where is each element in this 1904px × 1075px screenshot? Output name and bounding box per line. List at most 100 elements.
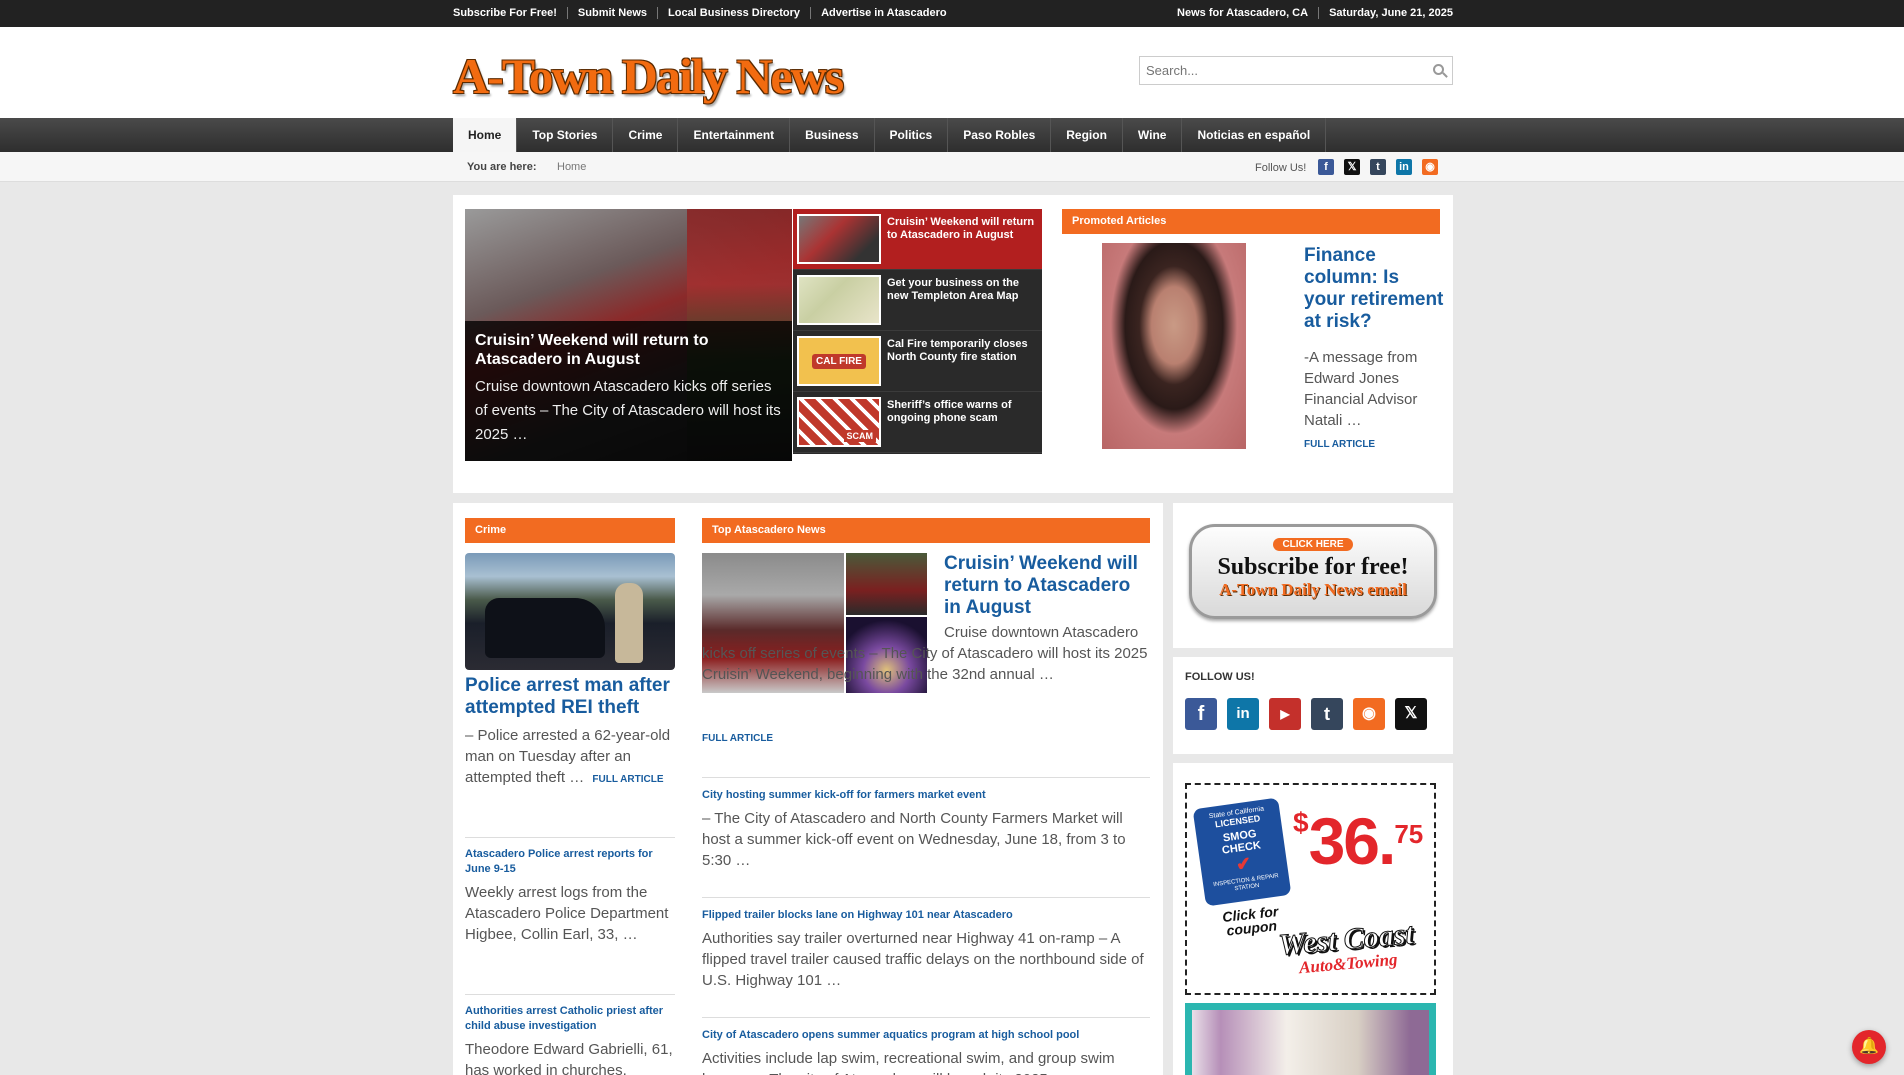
top-link-advertise[interactable]: Advertise in Atascadero: [810, 7, 957, 19]
nav-item-politics[interactable]: Politics: [875, 118, 949, 152]
police-car-shape: [485, 598, 605, 658]
notification-bell-icon[interactable]: 🔔: [1852, 1030, 1886, 1064]
top-news-item-title[interactable]: City hosting summer kick-off for farmers…: [702, 788, 1150, 803]
facebook-icon[interactable]: f: [1185, 698, 1217, 730]
person-shape: [615, 583, 643, 663]
smog-check-badge: State of California LICENSED SMOG CHECK …: [1192, 797, 1292, 907]
nav-item-wine[interactable]: Wine: [1123, 118, 1183, 152]
thumb-title: Get your business on the new Templeton A…: [887, 277, 1020, 302]
featured-thumb-item[interactable]: SCAM Sheriff’s office warns of ongoing p…: [793, 392, 1042, 453]
youtube-icon[interactable]: ▶: [1269, 698, 1301, 730]
rss-icon[interactable]: ◉: [1422, 159, 1438, 175]
follow-heading: FOLLOW US!: [1185, 671, 1255, 683]
top-news-item-title[interactable]: Flipped trailer blocks lane on Highway 1…: [702, 908, 1150, 923]
divider: [465, 994, 675, 995]
featured-title[interactable]: Cruisin’ Weekend will return to Atascade…: [475, 331, 782, 369]
crime-item-title[interactable]: Atascadero Police arrest reports for Jun…: [465, 847, 675, 877]
nav-item-crime[interactable]: Crime: [613, 118, 679, 152]
breadcrumb-bar: You are here: Home Follow Us! f 𝕏 t in ◉: [0, 152, 1904, 182]
price-main: 36.: [1308, 804, 1397, 878]
divider: [702, 777, 1150, 778]
top-links: Subscribe For Free! Submit News Local Bu…: [453, 7, 957, 19]
top-news-item-title[interactable]: City of Atascadero opens summer aquatics…: [702, 1028, 1150, 1043]
top-news-item-excerpt: Authorities say trailer overturned near …: [702, 930, 1144, 989]
collage-image: [846, 553, 927, 615]
thumb-title: Sheriff’s office warns of ongoing phone …: [887, 399, 1012, 424]
nav-item-top-stories[interactable]: Top Stories: [517, 118, 614, 152]
nav-item-region[interactable]: Region: [1051, 118, 1123, 152]
tumblr-icon[interactable]: t: [1370, 159, 1386, 175]
search-icon[interactable]: [1433, 64, 1444, 75]
smog-check-ad[interactable]: State of California LICENSED SMOG CHECK …: [1185, 783, 1436, 995]
top-news-full-article-link[interactable]: FULL ARTICLE: [702, 733, 773, 744]
promoted-heading: Promoted Articles: [1062, 209, 1440, 234]
top-news-item-excerpt: – The City of Atascadero and North Count…: [702, 810, 1126, 869]
site-logo[interactable]: A-Town Daily News: [453, 47, 844, 105]
promoted-article: Finance column: Is your retirement at ri…: [1304, 245, 1444, 450]
tumblr-icon[interactable]: t: [1311, 698, 1343, 730]
x-icon[interactable]: 𝕏: [1344, 159, 1360, 175]
top-news-lead-title-wrap: Cruisin’ Weekend will return to Atascade…: [944, 553, 1150, 619]
top-link-subscribe[interactable]: Subscribe For Free!: [453, 7, 567, 19]
breadcrumb-home[interactable]: Home: [557, 161, 586, 173]
thumb-image: [797, 214, 881, 264]
promoted-title[interactable]: Finance column: Is your retirement at ri…: [1304, 245, 1444, 333]
subscribe-widget: CLICK HERE Subscribe for free! A-Town Da…: [1173, 503, 1453, 648]
featured-caption: Cruisin’ Weekend will return to Atascade…: [465, 321, 792, 461]
header: A-Town Daily News: [0, 27, 1904, 118]
facebook-icon[interactable]: f: [1318, 159, 1334, 175]
cal-fire-logo: CAL FIRE: [797, 336, 881, 386]
featured-excerpt: Cruise downtown Atascadero kicks off ser…: [475, 378, 781, 443]
divider: [702, 897, 1150, 898]
featured-thumb-item[interactable]: CAL FIRE Cal Fire temporarily closes Nor…: [793, 331, 1042, 392]
crime-item-title[interactable]: Authorities arrest Catholic priest after…: [465, 1004, 675, 1034]
header-social-icons: f 𝕏 t in ◉: [1318, 159, 1438, 175]
click-here-badge: CLICK HERE: [1273, 538, 1353, 551]
featured-thumb-list: Cruisin’ Weekend will return to Atascade…: [793, 209, 1042, 454]
nav-item-paso-robles[interactable]: Paso Robles: [948, 118, 1052, 152]
top-link-submit-news[interactable]: Submit News: [566, 7, 657, 19]
promoted-full-article-link[interactable]: FULL ARTICLE: [1304, 439, 1444, 450]
top-link-business-directory[interactable]: Local Business Directory: [657, 7, 810, 19]
top-news-lead-title[interactable]: Cruisin’ Weekend will return to Atascade…: [944, 553, 1150, 619]
crime-item-excerpt: Weekly arrest logs from the Atascadero P…: [465, 884, 669, 943]
top-news-item-excerpt: Activities include lap swim, recreationa…: [702, 1050, 1115, 1075]
linkedin-icon[interactable]: in: [1396, 159, 1412, 175]
nav-item-home[interactable]: Home: [453, 118, 518, 152]
linkedin-icon[interactable]: in: [1227, 698, 1259, 730]
top-news-heading[interactable]: Top Atascadero News: [702, 518, 1150, 543]
nav-item-business[interactable]: Business: [790, 118, 875, 152]
top-news-item: City hosting summer kick-off for farmers…: [702, 788, 1150, 871]
ad-widget: State of California LICENSED SMOG CHECK …: [1173, 763, 1453, 1075]
rss-icon[interactable]: ◉: [1353, 698, 1385, 730]
nav-item-entertainment[interactable]: Entertainment: [678, 118, 791, 152]
ad-price: $36.75: [1293, 807, 1423, 875]
crime-full-article-link[interactable]: FULL ARTICLE: [592, 774, 663, 785]
subscribe-main-text: Subscribe for free!: [1217, 554, 1409, 580]
price-symbol: $: [1293, 807, 1309, 838]
crime-lead-image[interactable]: [465, 553, 675, 670]
crime-list-item: Authorities arrest Catholic priest after…: [465, 1004, 675, 1075]
price-cents: 75: [1394, 819, 1424, 849]
crime-item-excerpt: Theodore Edward Gabrielli, 61, has worke…: [465, 1041, 673, 1075]
featured-thumb-item[interactable]: Get your business on the new Templeton A…: [793, 270, 1042, 331]
top-news-lead-excerpt: Cruise downtown Atascadero kicks off ser…: [702, 624, 1148, 683]
search-input[interactable]: [1140, 57, 1420, 84]
crime-heading[interactable]: Crime: [465, 518, 675, 543]
crime-lead-title[interactable]: Police arrest man after attempted REI th…: [465, 675, 675, 719]
promoted-photo[interactable]: [1102, 243, 1246, 449]
date-text: Saturday, June 21, 2025: [1318, 7, 1453, 19]
nav-item-noticias[interactable]: Noticias en español: [1182, 118, 1327, 152]
window-blinds-ad[interactable]: [1185, 1003, 1436, 1075]
top-news-item: City of Atascadero opens summer aquatics…: [702, 1028, 1150, 1075]
promoted-excerpt: -A message from Edward Jones Financial A…: [1304, 349, 1418, 429]
scam-image: SCAM: [797, 397, 881, 447]
crime-list-item: Atascadero Police arrest reports for Jun…: [465, 847, 675, 945]
subscribe-button[interactable]: CLICK HERE Subscribe for free! A-Town Da…: [1189, 524, 1437, 619]
thumb-image: [797, 275, 881, 325]
featured-main-story[interactable]: Cruisin’ Weekend will return to Atascade…: [465, 209, 792, 461]
breadcrumb-label: You are here:: [467, 161, 537, 173]
featured-thumb-item[interactable]: Cruisin’ Weekend will return to Atascade…: [793, 209, 1042, 270]
x-icon[interactable]: 𝕏: [1395, 698, 1427, 730]
divider: [465, 837, 675, 838]
